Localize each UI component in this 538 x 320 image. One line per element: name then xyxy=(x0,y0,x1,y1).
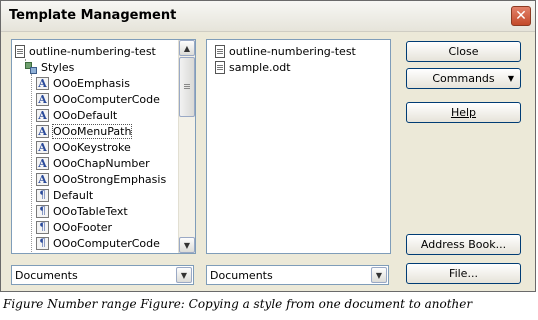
style-list-item[interactable]: A OOoComputerCode xyxy=(36,91,160,107)
help-button[interactable]: Help xyxy=(406,102,521,123)
style-list-item[interactable]: A OOoMenuPath xyxy=(36,123,133,139)
address-book-button-label: Address Book... xyxy=(420,238,507,251)
left-location-select[interactable]: Documents ▼ xyxy=(11,265,194,285)
document-icon xyxy=(15,44,25,58)
paragraph-style-icon: ¶ xyxy=(36,188,49,202)
paragraph-style-icon: ¶ xyxy=(36,204,49,218)
commands-button[interactable]: Commands ▼ xyxy=(406,68,521,89)
close-window-button[interactable]: ✕ xyxy=(511,6,531,26)
style-list-item-label: OOoComputerCode xyxy=(53,92,160,106)
style-list-item-label: OOoKeystroke xyxy=(53,140,131,154)
style-list-item[interactable]: A OOoDefault xyxy=(36,107,117,123)
close-button-label: Close xyxy=(448,45,479,58)
title-bar[interactable]: Template Management ✕ xyxy=(1,1,535,32)
document-icon xyxy=(215,44,225,58)
right-template-tree[interactable]: outline-numbering-test sample.odt xyxy=(206,39,391,254)
right-location-value: Documents xyxy=(210,269,273,282)
style-list-item-label: OOoTableText xyxy=(53,204,128,218)
style-list-item-label: Default xyxy=(53,188,94,202)
character-style-icon: A xyxy=(36,76,49,90)
style-list-item-label: OOoComputerCode xyxy=(53,236,160,250)
file-button[interactable]: File... xyxy=(406,263,521,284)
chevron-down-icon: ▼ xyxy=(507,74,514,83)
tree-root-label: outline-numbering-test xyxy=(29,44,156,58)
paragraph-style-icon: ¶ xyxy=(36,220,49,234)
style-list-item-label: OOoFooter xyxy=(53,220,113,234)
style-list-item[interactable]: ¶ OOoTableText xyxy=(36,203,128,219)
character-style-icon: A xyxy=(36,108,49,122)
scroll-up-button[interactable]: ▲ xyxy=(179,40,195,56)
tree-root-document[interactable]: outline-numbering-test xyxy=(15,43,156,59)
character-style-icon: A xyxy=(36,92,49,106)
tree-styles-group[interactable]: Styles xyxy=(24,59,74,75)
dialog-title: Template Management xyxy=(9,8,177,23)
left-vertical-scrollbar[interactable]: ▲ ▼ xyxy=(178,40,195,253)
style-list-item[interactable]: ¶ Default xyxy=(36,187,93,203)
template-management-dialog: Template Management ✕ outline-numbering-… xyxy=(0,0,536,292)
document-list-item-label: outline-numbering-test xyxy=(229,44,356,58)
file-button-label: File... xyxy=(449,267,478,280)
styles-icon xyxy=(24,61,37,74)
style-list-item-label: OOoEmphasis xyxy=(53,76,130,90)
right-location-select[interactable]: Documents ▼ xyxy=(206,265,389,285)
character-style-icon: A xyxy=(36,156,49,170)
character-style-icon: A xyxy=(36,140,49,154)
style-list-item-label: OOoDefault xyxy=(53,108,118,122)
style-list-item[interactable]: A OOoStrongEmphasis xyxy=(36,171,166,187)
style-list-item-label: OOoStrongEmphasis xyxy=(53,172,167,186)
document-list-item[interactable]: outline-numbering-test xyxy=(215,43,356,59)
document-icon xyxy=(215,60,225,74)
help-button-label: Help xyxy=(450,106,477,119)
style-list-item-label: OOoChapNumber xyxy=(53,156,150,170)
figure-caption: Figure Number range Figure: Copying a st… xyxy=(3,297,473,311)
scroll-down-button[interactable]: ▼ xyxy=(179,237,195,253)
style-list-item[interactable]: A OOoEmphasis xyxy=(36,75,130,91)
commands-button-label: Commands xyxy=(432,72,495,85)
style-list-item[interactable]: A OOoKeystroke xyxy=(36,139,131,155)
chevron-down-icon[interactable]: ▼ xyxy=(371,267,387,283)
paragraph-style-icon: ¶ xyxy=(36,236,49,250)
chevron-down-icon[interactable]: ▼ xyxy=(176,267,192,283)
style-list-item[interactable]: ¶ OOoComputerCode xyxy=(36,235,160,251)
address-book-button[interactable]: Address Book... xyxy=(406,234,521,255)
scroll-thumb[interactable] xyxy=(179,57,195,117)
character-style-icon: A xyxy=(36,172,49,186)
style-list-item[interactable]: ¶ OOoFooter xyxy=(36,219,112,235)
left-template-tree[interactable]: outline-numbering-test Styles A OOoEmphas… xyxy=(11,39,196,254)
tree-connector-line xyxy=(31,74,32,253)
tree-group-label: Styles xyxy=(41,60,75,74)
style-list-item-label: OOoMenuPath xyxy=(51,123,133,139)
document-list-item[interactable]: sample.odt xyxy=(215,59,291,75)
character-style-icon: A xyxy=(36,124,49,138)
left-location-value: Documents xyxy=(15,269,78,282)
document-list-item-label: sample.odt xyxy=(229,60,291,74)
style-list-item[interactable]: A OOoChapNumber xyxy=(36,155,150,171)
close-button[interactable]: Close xyxy=(406,41,521,62)
